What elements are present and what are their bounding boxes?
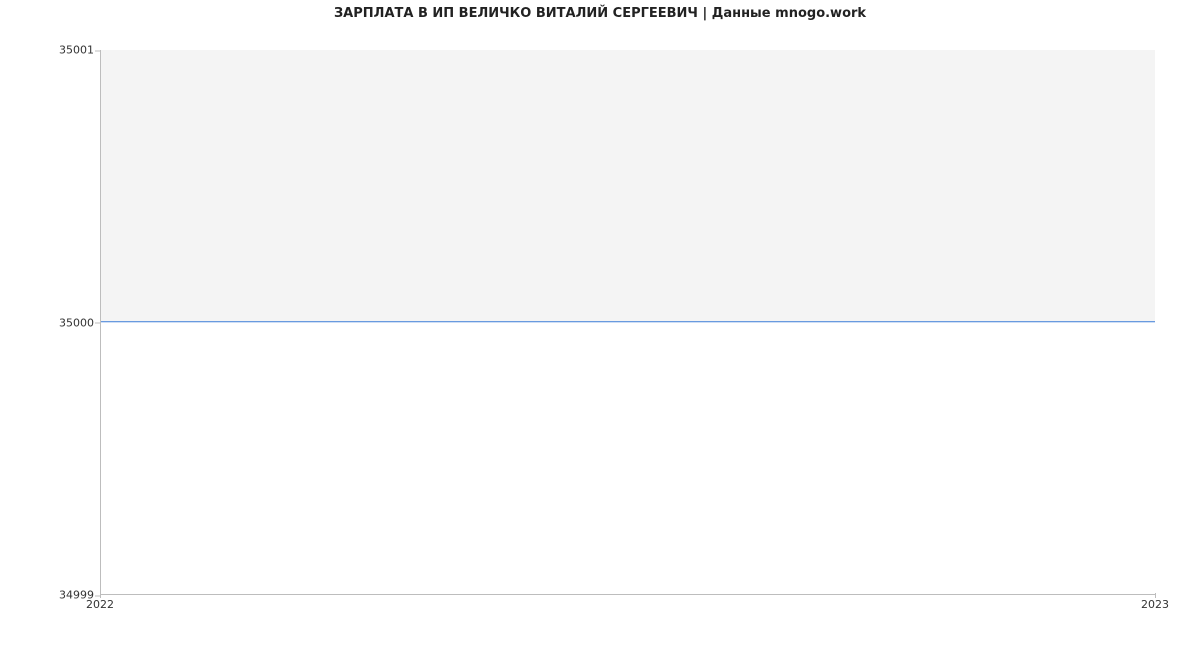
y-tick-label: 35001	[4, 44, 94, 57]
area-fill-below-line	[101, 322, 1155, 594]
y-tick-text: 35001	[59, 44, 94, 57]
y-tick-text: 35000	[59, 316, 94, 329]
y-tick-label: 34999	[4, 589, 94, 602]
chart-title: ЗАРПЛАТА В ИП ВЕЛИЧКО ВИТАЛИЙ СЕРГЕЕВИЧ …	[0, 6, 1200, 21]
x-tick-label: 2023	[1141, 598, 1169, 611]
x-tick-text: 2022	[86, 598, 114, 611]
series-line	[101, 321, 1155, 322]
plot-area	[100, 50, 1155, 595]
tick-mark-icon	[1155, 593, 1156, 598]
tick-mark-icon	[100, 593, 101, 598]
x-tick-label: 2022	[86, 598, 114, 611]
chart-container: ЗАРПЛАТА В ИП ВЕЛИЧКО ВИТАЛИЙ СЕРГЕЕВИЧ …	[0, 0, 1200, 650]
x-tick-text: 2023	[1141, 598, 1169, 611]
y-tick-label: 35000	[4, 316, 94, 329]
plot-background-upper	[101, 50, 1155, 322]
